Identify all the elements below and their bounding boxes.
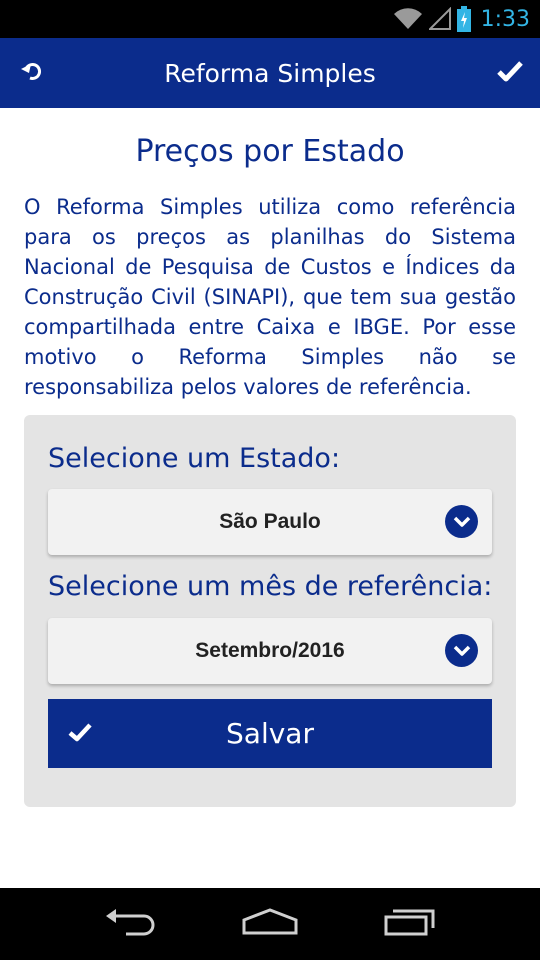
nav-recents-icon [383,907,437,942]
state-label: Selecione um Estado: [48,443,341,474]
month-select[interactable]: Setembro/2016 [48,618,492,684]
nav-back-button[interactable] [90,899,170,949]
month-label: Selecione um mês de referência: [48,571,493,602]
intro-text: O Reforma Simples utiliza como referênci… [24,195,516,399]
nav-home-button[interactable] [230,899,310,949]
nav-recents-button[interactable] [370,899,450,949]
app-bar: Reforma Simples [0,38,540,108]
system-nav-bar [0,888,540,960]
state-select-value: São Paulo [219,510,321,533]
confirm-button[interactable] [490,53,530,93]
chevron-down-icon [445,505,478,538]
battery-icon [456,6,471,32]
page-title: Preços por Estado [135,134,405,169]
status-bar: 1:33 [0,0,540,38]
status-clock: 1:33 [480,6,530,32]
month-select-value: Setembro/2016 [195,639,345,662]
back-icon [20,59,44,88]
state-select[interactable]: São Paulo [48,489,492,555]
back-button[interactable] [12,53,52,93]
wifi-icon [393,7,423,31]
form-card: Selecione um Estado: São Paulo Selecione… [24,415,516,807]
save-button[interactable]: Salvar [48,699,492,768]
save-button-label: Salvar [226,717,314,750]
nav-back-icon [104,907,156,942]
check-icon [68,721,92,748]
app-title: Reforma Simples [164,58,376,88]
signal-icon [428,7,451,31]
nav-home-icon [241,907,299,942]
check-icon [497,60,523,87]
chevron-down-icon [445,634,478,667]
